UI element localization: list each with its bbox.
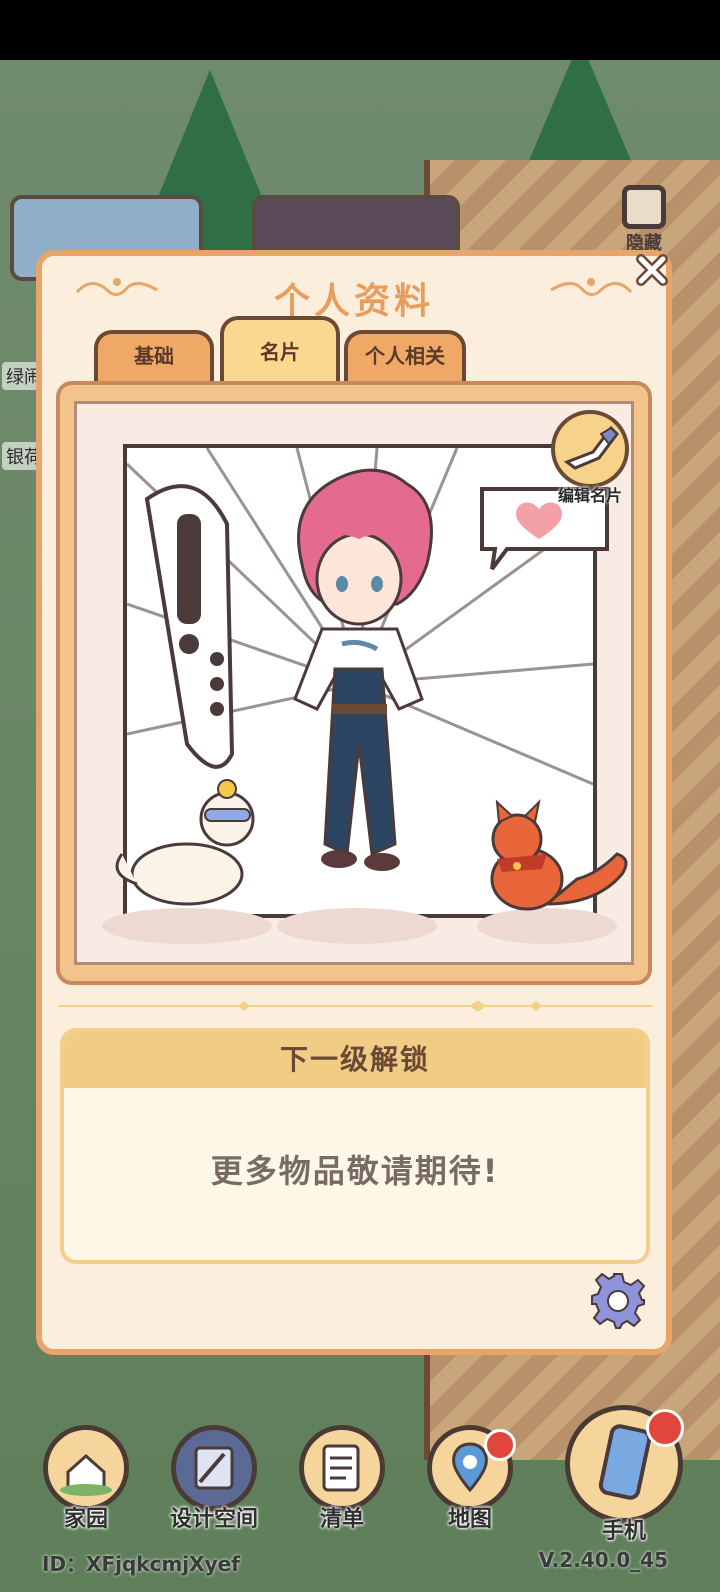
next-level-unlock-box: 下一级解锁 更多物品敬请期待! xyxy=(60,1028,650,1264)
notification-badge xyxy=(484,1429,516,1461)
flourish-right-icon xyxy=(550,278,633,296)
pencil-icon xyxy=(551,410,629,488)
notification-badge xyxy=(646,1409,684,1447)
hide-button[interactable]: 隐藏 xyxy=(612,185,676,257)
version-label: V.2.40.0_45 xyxy=(538,1548,668,1572)
player-id: ID：XFjqkcmjXyef xyxy=(42,1552,240,1576)
status-bar xyxy=(0,0,720,60)
ornament-divider xyxy=(58,1001,652,1011)
tab-card[interactable]: 名片 xyxy=(220,316,340,382)
tab-basic[interactable]: 基础 xyxy=(94,330,214,382)
nav-list-button[interactable]: 清单 xyxy=(294,1425,390,1533)
home-icon xyxy=(43,1425,129,1511)
design-icon xyxy=(171,1425,257,1511)
nav-phone-button[interactable]: 手机 xyxy=(560,1405,688,1545)
nav-home-button[interactable]: 家园 xyxy=(38,1425,134,1533)
list-icon xyxy=(299,1425,385,1511)
close-icon[interactable] xyxy=(632,250,672,290)
fullscreen-frame-icon xyxy=(622,185,666,229)
gear-icon[interactable] xyxy=(588,1270,648,1330)
unlock-message: 更多物品敬请期待! xyxy=(210,1152,500,1190)
nav-design-button[interactable]: 设计空间 xyxy=(166,1425,262,1533)
nav-design-label: 设计空间 xyxy=(169,1507,258,1532)
nav-map-button[interactable]: 地图 xyxy=(422,1425,518,1533)
edit-card-button[interactable]: 编辑名片 xyxy=(545,410,635,505)
tab-personal[interactable]: 个人相关 xyxy=(344,330,466,382)
edit-card-label: 编辑名片 xyxy=(557,486,622,505)
unlock-header: 下一级解锁 xyxy=(64,1032,646,1088)
